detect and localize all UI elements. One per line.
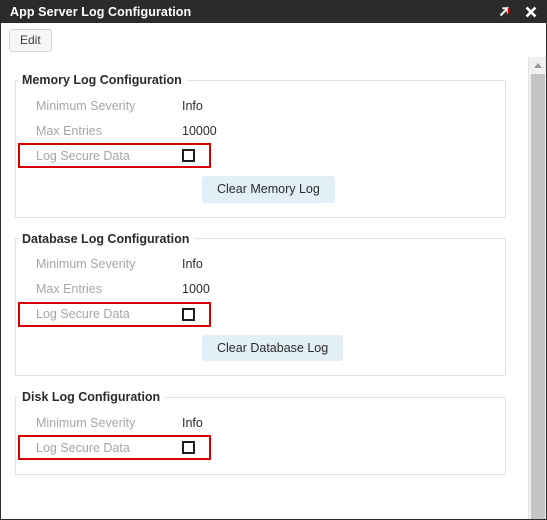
- log-secure-data-checkbox[interactable]: [182, 307, 195, 321]
- app-window: App Server Log Configuration Edit Memory…: [0, 0, 547, 520]
- close-icon[interactable]: [524, 5, 538, 19]
- sections-container: Memory Log Configuration Minimum Severity…: [1, 57, 528, 519]
- chevron-up-icon: [533, 63, 542, 68]
- section-legend: Database Log Configuration: [22, 231, 190, 246]
- window-title: App Server Log Configuration: [10, 4, 192, 19]
- row-value: Info: [182, 257, 203, 271]
- log-secure-data-checkbox[interactable]: [182, 149, 195, 162]
- vertical-scrollbar[interactable]: [528, 57, 546, 519]
- section-1: Database Log Configuration Minimum Severi…: [15, 231, 506, 376]
- titlebar-actions: [497, 5, 538, 19]
- config-row: Max Entries 1000: [36, 277, 505, 302]
- row-value: Info: [182, 98, 203, 113]
- row-label: Log Secure Data: [36, 440, 130, 455]
- section-legend: Disk Log Configuration: [22, 390, 161, 404]
- row-label: Log Secure Data: [36, 307, 130, 321]
- clear-log-button[interactable]: Clear Memory Log: [202, 176, 335, 203]
- section-body: Minimum Severity Info Max Entries 1000 Log S…: [16, 246, 505, 376]
- row-label: Max Entries: [36, 123, 102, 138]
- button-row: Clear Memory Log: [36, 168, 505, 203]
- expand-icon[interactable]: [497, 5, 511, 19]
- row-label: Log Secure Data: [36, 148, 130, 163]
- clear-log-button[interactable]: Clear Database Log: [202, 334, 344, 361]
- row-value: 1000: [182, 282, 210, 296]
- log-secure-data-checkbox[interactable]: [182, 441, 195, 454]
- config-row: Minimum Severity Info: [36, 93, 505, 118]
- content-area: Memory Log Configuration Minimum Severity…: [1, 57, 546, 519]
- row-label: Minimum Severity: [36, 257, 136, 271]
- row-label: Minimum Severity: [36, 415, 136, 430]
- section-body: Minimum Severity Info Log Secure Data: [16, 404, 505, 474]
- config-row: Minimum Severity Info: [36, 410, 505, 435]
- row-label: Max Entries: [36, 282, 102, 296]
- button-row: Clear Database Log: [36, 327, 505, 361]
- config-row: Log Secure Data: [18, 301, 505, 327]
- config-row: Log Secure Data: [18, 435, 505, 460]
- section-0: Memory Log Configuration Minimum Severity…: [15, 73, 506, 218]
- row-label: Minimum Severity: [36, 98, 136, 113]
- row-value: Info: [182, 415, 203, 430]
- section-legend: Memory Log Configuration: [22, 73, 182, 87]
- section-2: Disk Log Configuration Minimum Severity In…: [15, 390, 506, 475]
- scrollbar-thumb[interactable]: [531, 74, 545, 519]
- section-body: Minimum Severity Info Max Entries 10000 Log …: [16, 87, 505, 217]
- title-bar: App Server Log Configuration: [1, 1, 546, 23]
- config-row: Max Entries 10000: [36, 118, 505, 143]
- scroll-up-button[interactable]: [529, 57, 546, 74]
- toolbar: Edit: [1, 23, 546, 57]
- row-value: 10000: [182, 123, 217, 138]
- edit-button[interactable]: Edit: [9, 28, 52, 52]
- config-row: Log Secure Data: [18, 143, 505, 168]
- config-row: Minimum Severity Info: [36, 252, 505, 277]
